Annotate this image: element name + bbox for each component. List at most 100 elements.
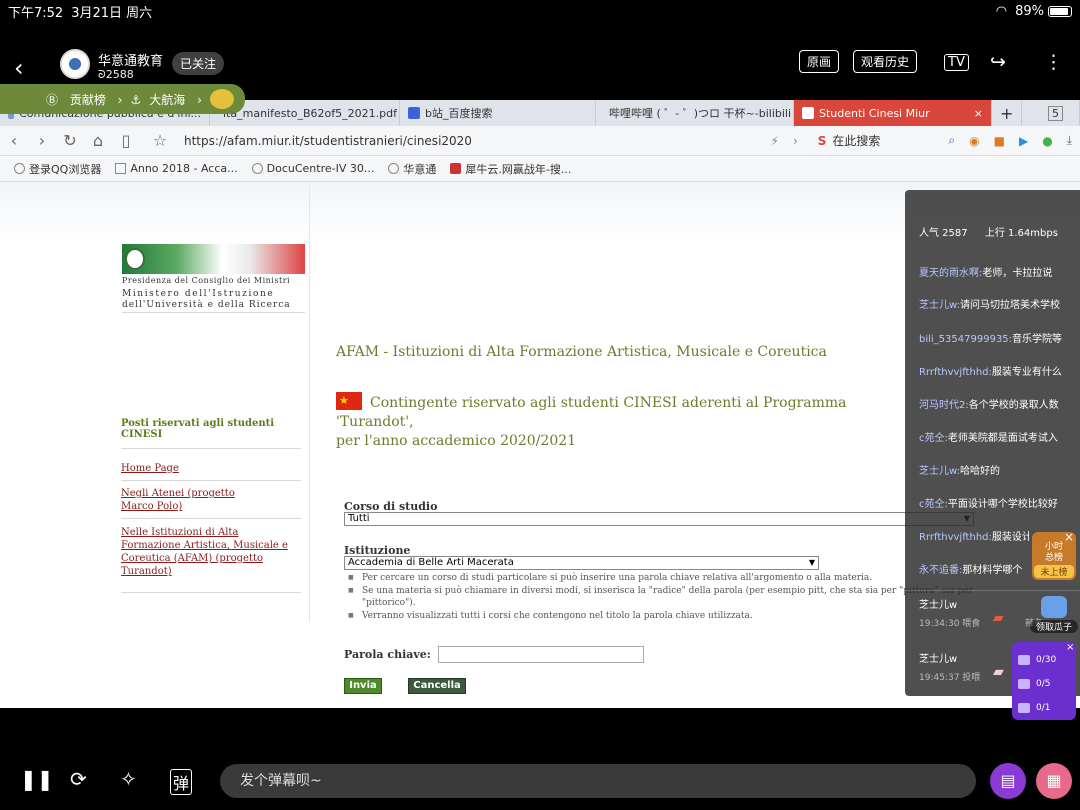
logo-divider <box>122 312 305 313</box>
task-panel[interactable]: 0/30 0/5 0/1 <box>1012 642 1076 720</box>
battery-percent: 89% <box>1015 3 1044 19</box>
sidebar-link-afam[interactable]: Nelle Istituzioni di Alta Formazione Art… <box>121 526 291 578</box>
tab-count[interactable]: 5 <box>1040 100 1080 126</box>
address-bar: ‹ › ↻ ⌂ ▯ ☆ https://afam.miur.it/student… <box>0 126 1080 156</box>
chat-user[interactable]: Rrrfthvvjfthhd: <box>919 367 992 378</box>
gift-user[interactable]: 芝士儿w <box>919 596 957 611</box>
watch-history-button[interactable]: 观看历史 <box>853 50 918 73</box>
qq-icon <box>14 163 25 174</box>
istituzione-select[interactable]: Accademia di Belle Arti Macerata ▼ <box>344 556 819 570</box>
tab-bilibili[interactable]: 哔哩哔哩 ( ゜- ゜)つロ 干杯~-bilibili <box>596 100 794 126</box>
chat-message: 芝士儿w:请问马切拉塔美术学校 <box>919 296 1079 311</box>
play-icon[interactable]: ▶ <box>1019 134 1028 148</box>
chat-user[interactable]: Rrrfthvvjfthhd: <box>919 532 992 543</box>
cancel-button[interactable]: Cancella <box>408 678 466 694</box>
bookmark-label: 登录QQ浏览器 <box>29 162 102 176</box>
chat-text: 音乐学院等 <box>1012 334 1063 345</box>
forward-nav-icon[interactable]: › <box>28 131 56 150</box>
melon-seeds-badge[interactable]: 领取瓜子 <box>1030 596 1078 636</box>
search-field[interactable]: 在此搜索 <box>832 132 942 149</box>
gift-user[interactable]: 芝士儿w <box>919 650 957 665</box>
tab-studenti-cinesi[interactable]: Studenti Cinesi Miur × <box>794 100 992 126</box>
chat-text: 各个学校的录取人数 <box>968 400 1059 411</box>
chat-user[interactable]: 芝士儿w: <box>919 300 960 311</box>
corso-select[interactable]: Tutti▼ <box>344 512 974 526</box>
upload-rate: 上行 1.64mbps <box>984 228 1058 239</box>
bookmark-star-icon[interactable]: ☆ <box>146 131 174 150</box>
back-nav-icon[interactable]: ‹ <box>0 131 28 150</box>
search-icon[interactable]: ⌕ <box>948 133 955 148</box>
download-icon[interactable]: ⤓ <box>1067 133 1072 148</box>
sidebar-link-atenei[interactable]: Negli Atenei (progetto Marco Polo) <box>121 487 261 513</box>
chat-user[interactable]: 夏天的雨水啊: <box>919 268 982 279</box>
reader-icon[interactable]: ▯ <box>112 131 140 150</box>
chat-text: 哈哈好的 <box>960 466 1001 477</box>
streamer-name[interactable]: 华意通教育 <box>98 50 163 69</box>
task-row: 0/5 <box>1012 672 1076 696</box>
chat-message: 夏天的雨水啊:老师，卡拉拉说 <box>919 264 1079 279</box>
close-icon[interactable]: × <box>1066 642 1074 653</box>
chevron-right-icon[interactable]: › <box>793 134 798 148</box>
chat-user[interactable]: bili_53547999935: <box>919 334 1012 345</box>
streamer-avatar[interactable] <box>60 49 90 79</box>
status-time: 下午7:52 <box>8 5 64 21</box>
share-icon[interactable]: ↪ <box>990 51 1006 73</box>
bookmark-anno-2018[interactable]: Anno 2018 - Acca... <box>115 162 238 175</box>
bookmark-label: 华意通 <box>403 162 437 176</box>
task-progress: 0/5 <box>1036 679 1051 689</box>
home-icon[interactable]: ⌂ <box>84 131 112 150</box>
chat-user[interactable]: c苑仝: <box>919 499 948 510</box>
reload-icon[interactable]: ↻ <box>56 131 84 150</box>
chat-user[interactable]: 芝士儿w: <box>919 466 960 477</box>
url-field[interactable]: https://afam.miur.it/studentistranieri/c… <box>184 134 472 148</box>
miur-icon <box>802 107 814 119</box>
chat-message: bili_53547999935:音乐学院等 <box>919 330 1079 345</box>
effects-icon[interactable]: ✧ <box>120 767 137 791</box>
wechat-icon[interactable]: ● <box>1042 134 1052 148</box>
sidebar-heading: Posti riservati agli studenti CINESI <box>121 418 301 449</box>
follow-button[interactable]: 已关注 <box>172 52 225 75</box>
close-tab-icon[interactable]: × <box>974 107 983 120</box>
hint-item: Per cercare un corso di studi particolar… <box>348 572 988 584</box>
tab-baidu-search[interactable]: b站_百度搜索 <box>400 100 596 126</box>
chat-message: Rrrfthvvjfthhd:服装专业有什么 <box>919 363 1079 378</box>
submit-button[interactable]: Invia <box>344 678 382 694</box>
close-icon[interactable]: × <box>1064 530 1074 544</box>
lightning-icon[interactable]: ⚡ <box>771 134 779 148</box>
fleet-button[interactable]: ⚓ 大航海 › <box>130 91 201 108</box>
pause-icon[interactable]: ❚❚ <box>20 767 54 791</box>
chat-bubble-icon[interactable]: ▤ <box>990 763 1026 799</box>
danmaku-input[interactable]: 发个弹幕呗~ <box>220 764 976 798</box>
sogou-icon[interactable]: S <box>818 134 827 148</box>
bookmark-qq[interactable]: 登录QQ浏览器 <box>14 161 101 177</box>
video-icon[interactable]: ■ <box>994 134 1005 148</box>
bookmark-huayitong[interactable]: 华意通 <box>388 161 436 177</box>
chat-text: 老师，卡拉拉说 <box>982 268 1053 279</box>
status-date: 3月21日 周六 <box>71 5 153 21</box>
tab-label: Studenti Cinesi Miur <box>819 106 930 120</box>
hint-item: Se una materia si può chiamare in divers… <box>348 585 988 609</box>
fans-icon: ᘐ <box>98 68 106 81</box>
tv-cast-icon[interactable]: TV <box>944 54 969 71</box>
refresh-icon[interactable]: ⟳ <box>70 767 87 791</box>
original-quality-button[interactable]: 原画 <box>799 50 840 73</box>
chat-stats: 人气 2587 上行 1.64mbps <box>919 224 1058 239</box>
game-icon[interactable]: ◉ <box>969 134 979 148</box>
chat-user[interactable]: c苑仝: <box>919 433 948 444</box>
gift-box-icon[interactable]: ▦ <box>1036 763 1072 799</box>
bookmark-docucentre[interactable]: DocuCentre-IV 30... <box>251 162 374 175</box>
sidebar-link-home[interactable]: Home Page <box>121 462 301 475</box>
chat-text: 那材料学哪个 <box>962 565 1023 576</box>
task-progress: 0/30 <box>1036 655 1057 665</box>
rank-bar: Ⓑ 贡献榜 › ⚓ 大航海 › <box>0 84 245 114</box>
danmaku-toggle-icon[interactable]: 弹 <box>170 769 193 795</box>
bookmark-xiniuyun[interactable]: 犀牛云.网赢战年-搜... <box>450 161 571 177</box>
new-tab-button[interactable]: + <box>992 100 1022 126</box>
keyword-input[interactable] <box>438 646 644 663</box>
chat-user[interactable]: 永不追番: <box>919 565 962 576</box>
italian-emblem-icon <box>125 248 145 270</box>
more-icon[interactable]: ⋮ <box>1044 51 1063 73</box>
back-icon[interactable]: ‹ <box>14 54 24 82</box>
contribution-rank-button[interactable]: Ⓑ 贡献榜 › <box>46 91 122 108</box>
chat-user[interactable]: 河马时代2: <box>919 400 969 411</box>
